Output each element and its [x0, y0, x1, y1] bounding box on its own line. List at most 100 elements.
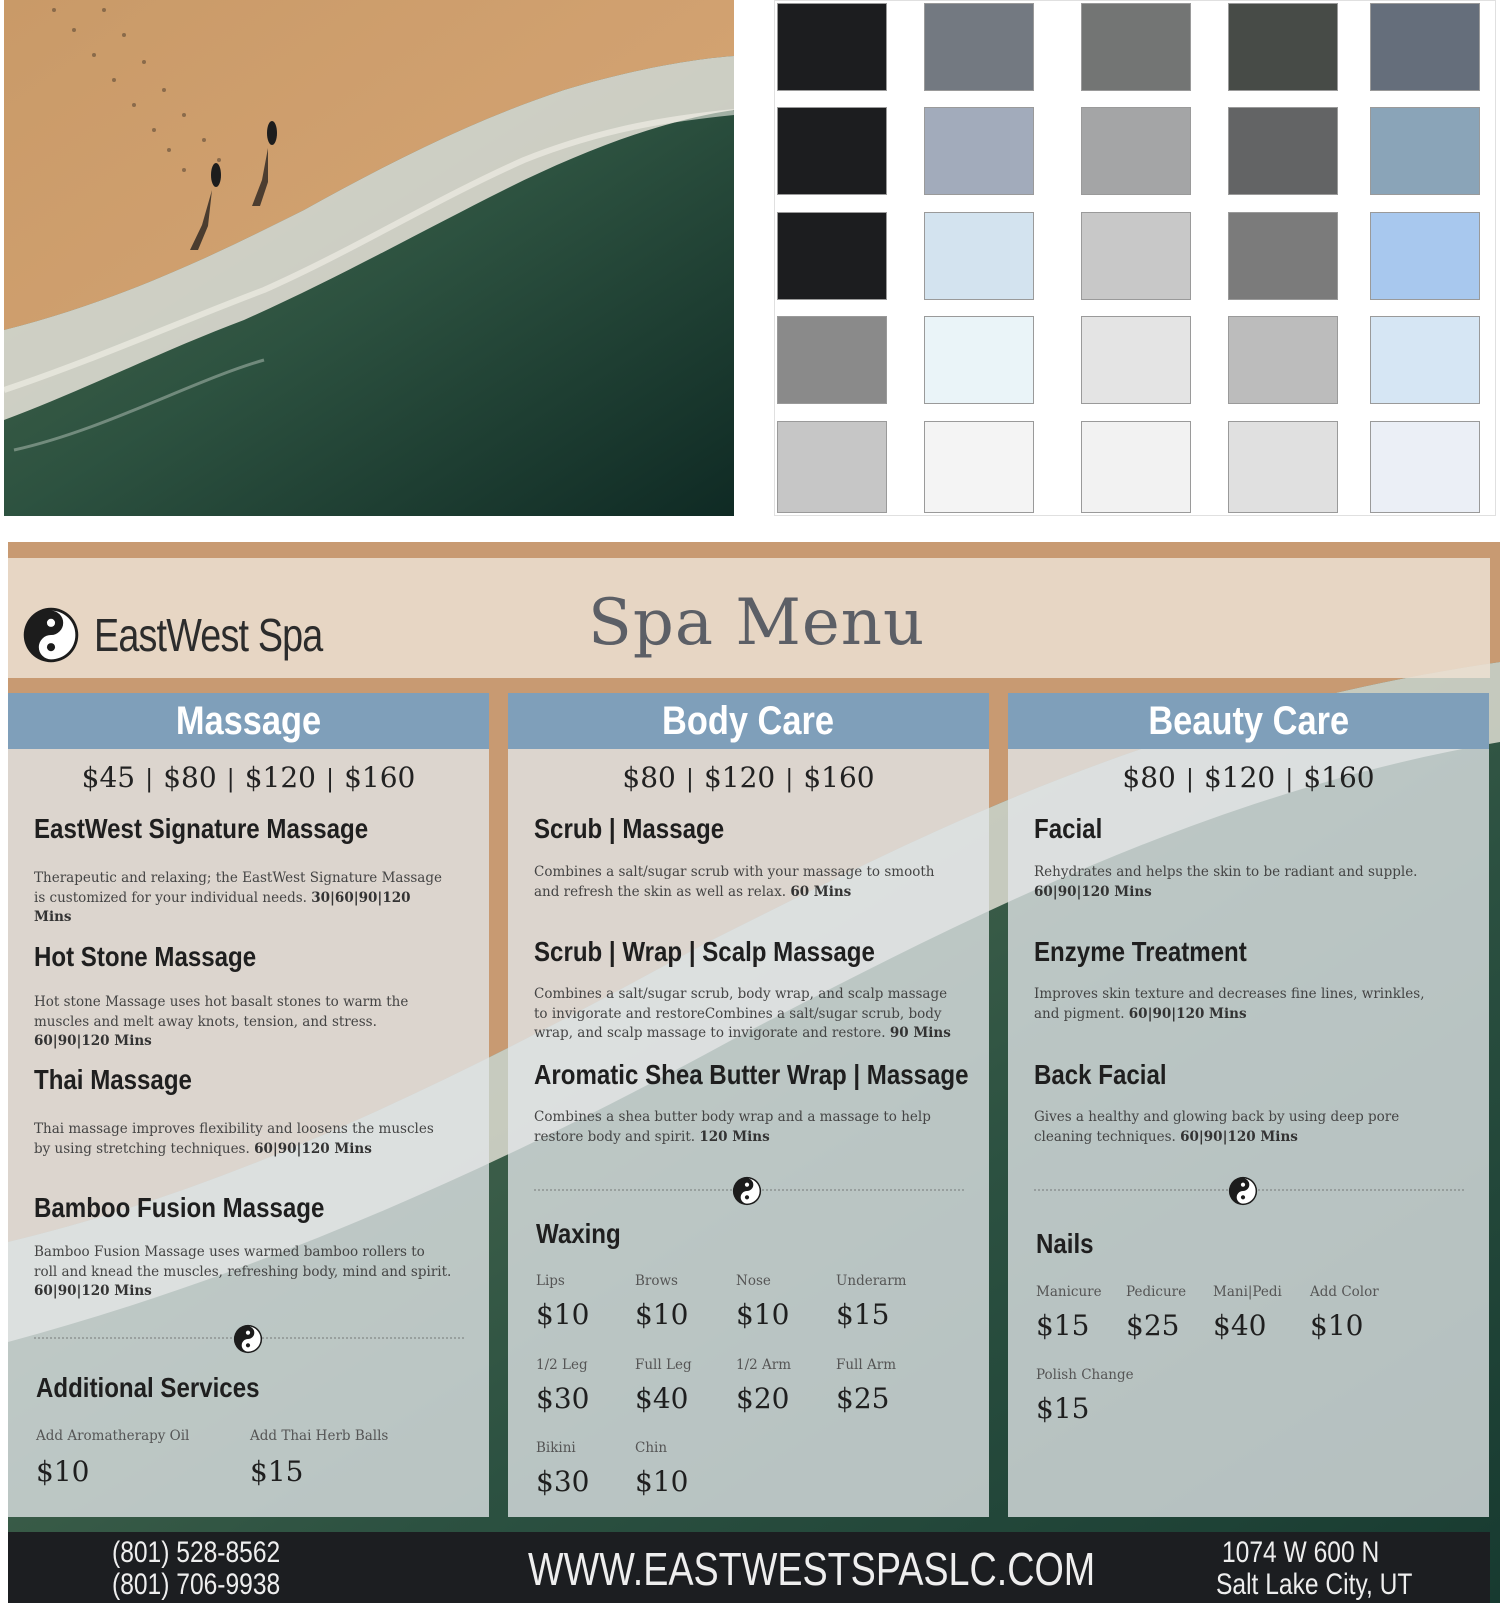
- service-description: Thai massage improves flexibility and lo…: [34, 1121, 434, 1157]
- color-swatch: [777, 421, 887, 513]
- color-swatch: [777, 316, 887, 404]
- color-swatch: [1370, 316, 1480, 404]
- item-label: 1/2 Leg: [536, 1357, 588, 1373]
- yin-yang-icon: [233, 1324, 263, 1354]
- item-price: $40: [1213, 1309, 1267, 1342]
- color-swatch: [1228, 212, 1338, 300]
- color-swatch: [1081, 3, 1191, 91]
- item-price: $25: [1126, 1309, 1180, 1342]
- website-url: WWW.EASTWESTSPASLC.COM: [528, 1543, 1096, 1595]
- body-care-column: Body Care $80 | $120 | $160 Scrub | Massage …: [508, 693, 989, 1517]
- service-title: Thai Massage: [34, 1064, 192, 1095]
- item-label: Manicure: [1036, 1284, 1102, 1300]
- item-price: $15: [1036, 1392, 1090, 1425]
- service-title: Hot Stone Massage: [34, 941, 257, 972]
- color-swatch: [1228, 316, 1338, 404]
- price: $120: [244, 761, 316, 794]
- item-price: $30: [536, 1382, 590, 1415]
- item-label: Full Arm: [836, 1357, 896, 1373]
- item-price: $15: [250, 1455, 304, 1488]
- item-label: Nose: [736, 1273, 771, 1289]
- spa-menu-flyer: EastWest Spa Spa Menu Massage $45 | $80 | $1…: [8, 542, 1500, 1603]
- beach-photo: [4, 0, 734, 516]
- price: $120: [1203, 761, 1276, 794]
- yin-yang-icon: [1228, 1176, 1258, 1206]
- item-label: Underarm: [836, 1273, 907, 1289]
- service-title: Scrub | Massage: [534, 813, 725, 844]
- service-title: Facial: [1034, 813, 1103, 844]
- price: $120: [703, 761, 776, 794]
- yin-yang-icon: [732, 1176, 762, 1206]
- color-swatch: [924, 3, 1034, 91]
- item-label: Brows: [635, 1273, 678, 1289]
- color-swatch: [1370, 421, 1480, 513]
- service-description: Rehydrates and helps the skin to be radi…: [1034, 864, 1418, 900]
- brand-name: EastWest Spa: [94, 609, 323, 661]
- item-price: $25: [836, 1382, 890, 1415]
- item-price: $15: [1036, 1309, 1090, 1342]
- item-price: $10: [635, 1465, 689, 1498]
- beauty-care-column: Beauty Care $80 | $120 | $160 Facial Rehydra…: [1008, 693, 1489, 1517]
- phone-number: (801) 528-8562: [112, 1536, 281, 1569]
- color-swatch: [1228, 3, 1338, 91]
- item-price: $15: [836, 1298, 890, 1331]
- service-description: Bamboo Fusion Massage uses warmed bamboo…: [34, 1244, 452, 1299]
- address-line: Salt Lake City, UT: [1216, 1568, 1413, 1601]
- item-label: Full Leg: [635, 1357, 692, 1373]
- price: $160: [1303, 761, 1375, 794]
- item-price: $10: [1310, 1309, 1364, 1342]
- item-label: Add Aromatherapy Oil: [36, 1428, 190, 1444]
- item-price: $10: [736, 1298, 790, 1331]
- color-swatch: [1228, 107, 1338, 195]
- color-swatch: [924, 212, 1034, 300]
- beauty-care-price-line: $80 | $120 | $160: [1122, 761, 1375, 794]
- additional-services-heading: Additional Services: [36, 1372, 260, 1403]
- massage-heading: Massage: [175, 698, 322, 743]
- service-title: Scrub | Wrap | Scalp Massage: [534, 936, 875, 967]
- service-title: Aromatic Shea Butter Wrap | Massage: [534, 1059, 969, 1090]
- price: $80: [1122, 761, 1176, 794]
- item-price: $40: [635, 1382, 689, 1415]
- service-description: Combines a salt/sugar scrub with your ma…: [534, 864, 935, 900]
- item-label: Pedicure: [1126, 1284, 1187, 1300]
- service-title: Back Facial: [1034, 1059, 1167, 1090]
- color-swatch: [924, 107, 1034, 195]
- body-care-heading: Body Care: [662, 698, 835, 743]
- color-swatch: [1081, 421, 1191, 513]
- service-title: EastWest Signature Massage: [34, 813, 369, 844]
- color-swatch: [924, 421, 1034, 513]
- color-swatch: [924, 316, 1034, 404]
- item-price: $10: [536, 1298, 590, 1331]
- service-title: Enzyme Treatment: [1034, 936, 1247, 967]
- massage-column: Massage $45 | $80 | $120 | $160 EastWest Signa…: [8, 693, 489, 1517]
- body-care-header: Body Care: [508, 693, 989, 749]
- nails-heading: Nails: [1036, 1228, 1094, 1259]
- yin-yang-icon: [23, 607, 79, 663]
- color-swatch: [1228, 421, 1338, 513]
- color-swatch: [1081, 107, 1191, 195]
- item-label: Mani|Pedi: [1213, 1284, 1282, 1300]
- phone-number: (801) 706-9938: [112, 1568, 281, 1601]
- service-description: Hot stone Massage uses hot basalt stones…: [34, 994, 409, 1049]
- price: $45: [81, 761, 136, 794]
- footer-bar: (801) 528-8562 (801) 706-9938 WWW.EASTWE…: [8, 1532, 1490, 1603]
- service-description: Therapeutic and relaxing; the EastWest S…: [34, 870, 442, 925]
- service-title: Bamboo Fusion Massage: [34, 1192, 325, 1223]
- massage-header: Massage: [8, 693, 489, 749]
- item-label: Chin: [635, 1440, 668, 1456]
- page-title: Spa Menu: [588, 586, 926, 660]
- service-description: Gives a healthy and glowing back by usin…: [1034, 1109, 1400, 1145]
- item-label: Lips: [536, 1273, 565, 1289]
- waxing-heading: Waxing: [536, 1218, 621, 1249]
- item-label: Bikini: [536, 1440, 576, 1456]
- color-swatch: [777, 3, 887, 91]
- price: $80: [622, 761, 676, 794]
- beauty-care-header: Beauty Care: [1008, 693, 1489, 749]
- beauty-care-heading: Beauty Care: [1148, 698, 1349, 743]
- service-description: Improves skin texture and decreases fine…: [1034, 986, 1425, 1022]
- body-care-price-line: $80 | $120 | $160: [622, 761, 875, 794]
- massage-price-line: $45 | $80 | $120 | $160: [81, 761, 416, 794]
- item-price: $20: [736, 1382, 790, 1415]
- item-label: Polish Change: [1036, 1367, 1134, 1383]
- address-line: 1074 W 600 N: [1222, 1536, 1380, 1569]
